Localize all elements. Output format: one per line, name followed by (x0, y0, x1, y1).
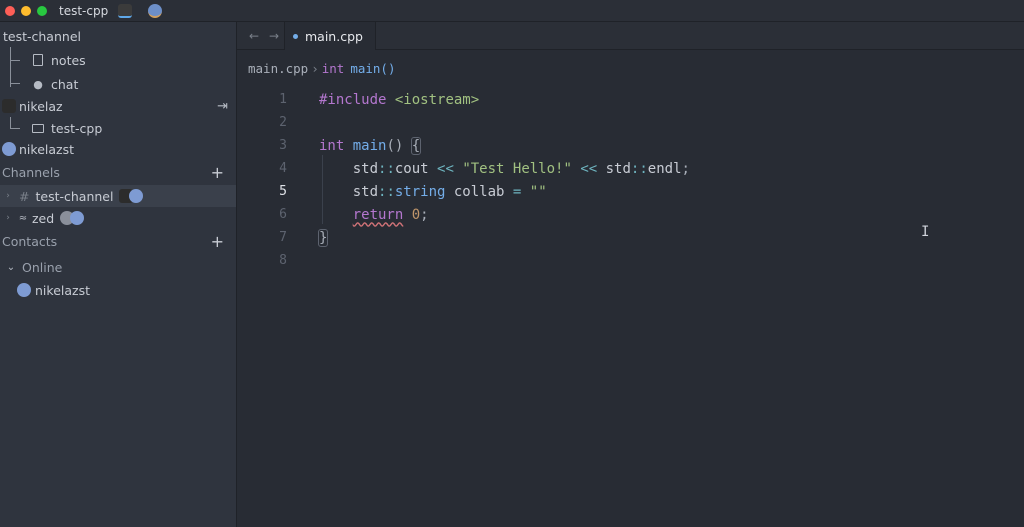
online-group-header[interactable]: ⌄ Online (0, 256, 236, 278)
avatar (17, 283, 31, 297)
channel-chat-item[interactable]: ● chat (0, 73, 236, 95)
breadcrumb-keyword[interactable]: int (322, 61, 345, 76)
contact-nikelazst[interactable]: nikelazst (0, 279, 236, 301)
chevron-down-icon: ⌄ (6, 261, 16, 273)
plus-icon[interactable]: + (211, 232, 224, 251)
leave-call-icon[interactable]: ⇥ (217, 99, 228, 114)
breadcrumb-symbol[interactable]: main() (350, 61, 395, 76)
online-heading: Online (22, 259, 63, 275)
line-number: 1 (279, 92, 287, 107)
tab-bar: ← → main.cpp (237, 22, 1024, 50)
title-bar: test-cpp (0, 0, 1024, 22)
channel-root-label: test-channel (3, 28, 81, 44)
avatar (70, 211, 85, 225)
channel-root[interactable]: test-channel (0, 25, 236, 47)
line-number: 2 (279, 115, 287, 130)
code-line[interactable]: 8 (237, 249, 1024, 272)
channel-name: test-channel (35, 188, 114, 204)
notes-label: notes (51, 52, 86, 68)
shared-project-item[interactable]: test-cpp (0, 117, 236, 139)
channel-name: zed (32, 210, 55, 226)
modified-dot-icon (293, 33, 298, 39)
contacts-section-header[interactable]: Contacts + (0, 230, 236, 252)
chevron-right-icon[interactable]: › (3, 189, 13, 203)
code-text: std::string collab = "" (319, 183, 547, 200)
arrow-right-icon[interactable]: → (265, 29, 283, 43)
tab-label: main.cpp (305, 28, 363, 44)
project-title[interactable]: test-cpp (59, 4, 108, 18)
folder-icon (31, 121, 45, 135)
line-number: 4 (279, 161, 287, 176)
participant-name: nikelazst (19, 141, 74, 157)
chat-label: chat (51, 76, 79, 92)
participant-nikelazst[interactable]: nikelazst (0, 138, 236, 160)
file-icon (31, 53, 45, 67)
contacts-heading: Contacts (2, 233, 58, 249)
chevron-right-icon[interactable]: › (3, 211, 13, 225)
line-number: 5 (279, 184, 287, 199)
contact-name: nikelazst (35, 282, 90, 298)
code-line[interactable]: 1 #include <iostream> (237, 88, 1024, 111)
collaborator-avatar[interactable] (148, 3, 163, 18)
code-line[interactable]: 4 std::cout << "Test Hello!" << std::end… (237, 157, 1024, 180)
code-text: } (317, 228, 329, 247)
channels-heading: Channels (2, 164, 60, 180)
code-text: #include <iostream> (319, 91, 480, 108)
code-text: int main() { (319, 136, 422, 155)
hash-icon: # (19, 188, 30, 204)
code-line[interactable]: 2 (237, 111, 1024, 134)
plus-icon[interactable]: + (211, 163, 224, 182)
breadcrumb: main.cpp › int main() (237, 50, 1024, 86)
tab-main-cpp[interactable]: main.cpp (284, 22, 376, 50)
breadcrumb-separator: › (311, 60, 319, 76)
code-text: std::cout << "Test Hello!" << std::endl; (319, 160, 690, 177)
channel-zed[interactable]: › ≈ zed (0, 207, 236, 229)
arrow-left-icon[interactable]: ← (245, 29, 263, 43)
avatar (129, 189, 144, 203)
collaborator-avatar[interactable] (118, 3, 133, 18)
channel-test-channel[interactable]: › # test-channel (0, 185, 236, 207)
zed-icon: ≈ (18, 212, 28, 224)
chat-bubble-icon: ● (33, 77, 43, 91)
zoom-window-button[interactable] (37, 5, 47, 16)
channel-notes-item[interactable]: notes (0, 49, 236, 71)
collab-panel: test-channel notes ● chat nikelaz ⇥ test… (0, 22, 237, 527)
code-line[interactable]: 5 std::string collab = "" (237, 180, 1024, 203)
breadcrumb-file[interactable]: main.cpp (248, 61, 308, 76)
participant-name: nikelaz (19, 98, 63, 114)
participant-nikelaz[interactable]: nikelaz ⇥ (0, 95, 236, 117)
code-editor[interactable]: 1 #include <iostream> 2 3 int main() { 4… (237, 86, 1024, 527)
close-window-button[interactable] (5, 5, 15, 16)
avatar (2, 142, 16, 156)
line-number: 6 (279, 207, 287, 222)
avatar (2, 99, 16, 113)
minimize-window-button[interactable] (21, 5, 31, 16)
line-number: 3 (279, 138, 287, 153)
project-label: test-cpp (51, 120, 103, 136)
code-line[interactable]: 6 return 0; (237, 203, 1024, 226)
code-text: return 0; (352, 206, 429, 223)
line-number: 7 (279, 230, 287, 245)
channels-section-header[interactable]: Channels + (0, 161, 236, 183)
line-number: 8 (279, 253, 287, 268)
code-line[interactable]: 3 int main() { (237, 134, 1024, 157)
window-controls (5, 5, 47, 16)
mouse-ibeam-cursor-icon: I (921, 224, 930, 240)
code-line[interactable]: 7 } (237, 226, 1024, 249)
